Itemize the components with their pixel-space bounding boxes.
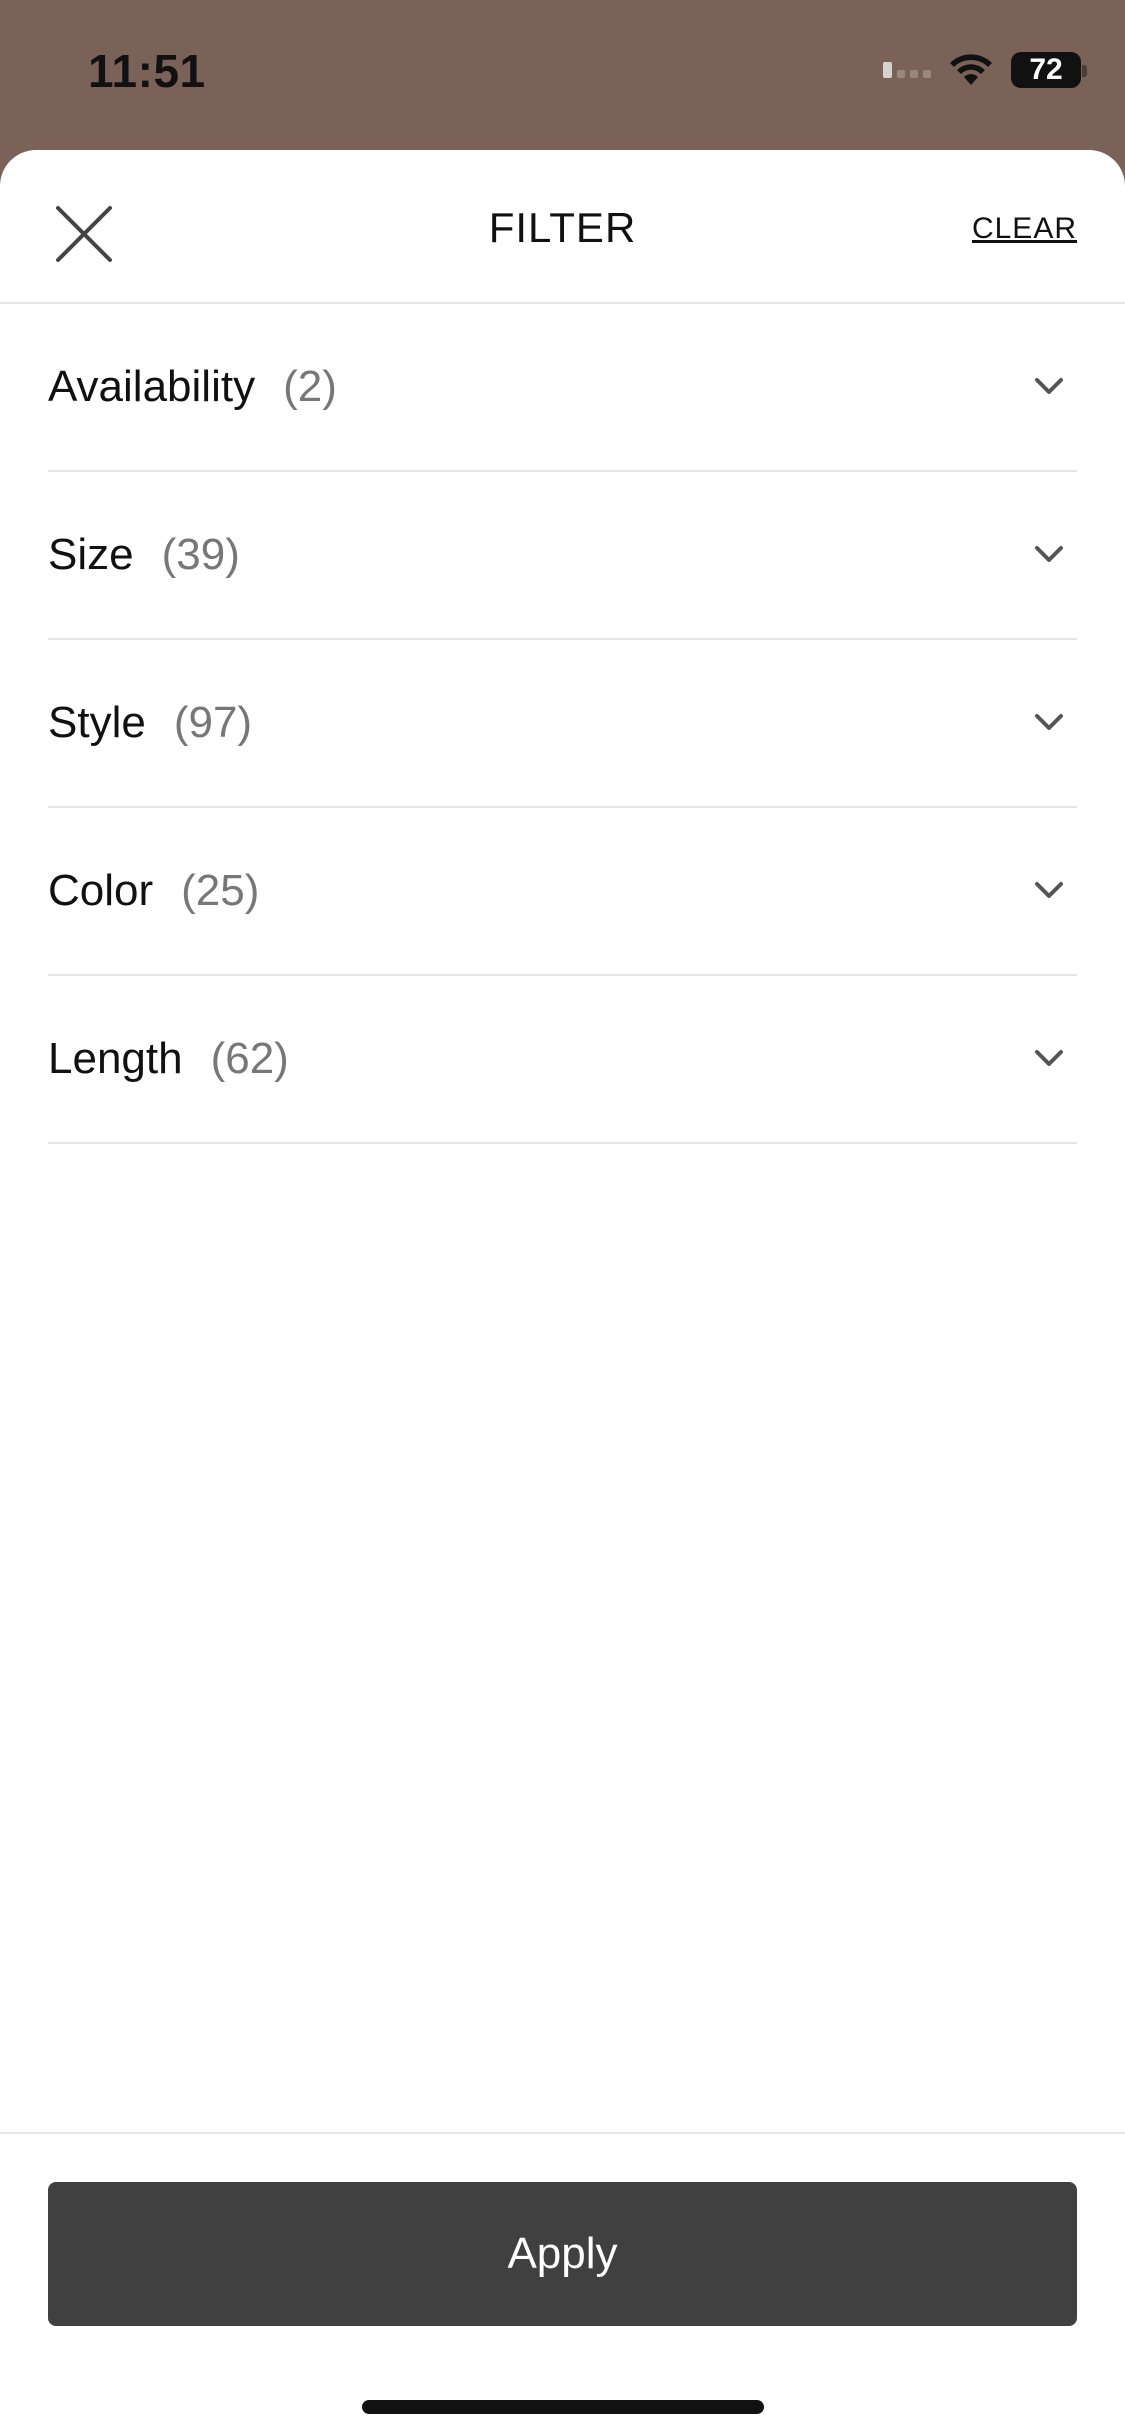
- status-bar: 11:51 72: [0, 0, 1125, 150]
- filter-count: (62): [210, 1034, 289, 1083]
- filter-row-style[interactable]: Style (97): [48, 640, 1077, 808]
- clear-button[interactable]: CLEAR: [972, 212, 1077, 246]
- filter-row-availability[interactable]: Availability (2): [48, 304, 1077, 472]
- battery-level: 72: [1029, 53, 1063, 86]
- filter-label: Length: [48, 1034, 183, 1083]
- filter-count: (39): [161, 530, 240, 579]
- chevron-down-icon: [1035, 546, 1063, 562]
- filter-row-size[interactable]: Size (39): [48, 472, 1077, 640]
- status-icons: 72: [883, 52, 1087, 88]
- chevron-down-icon: [1035, 1050, 1063, 1066]
- sheet-header: FILTER CLEAR: [0, 150, 1125, 304]
- filter-label: Availability: [48, 362, 256, 411]
- home-indicator: [362, 2400, 764, 2414]
- filter-row-length[interactable]: Length (62): [48, 976, 1077, 1144]
- filter-label: Color: [48, 866, 154, 915]
- page-title: FILTER: [488, 204, 637, 251]
- chevron-down-icon: [1035, 882, 1063, 898]
- filter-sheet: FILTER CLEAR Availability (2) Size (39) …: [0, 150, 1125, 2436]
- chevron-down-icon: [1035, 378, 1063, 394]
- filter-count: (25): [181, 866, 260, 915]
- filter-count: (2): [283, 362, 337, 411]
- wifi-icon: [950, 54, 992, 85]
- battery-icon: 72: [1011, 52, 1087, 88]
- filter-list: Availability (2) Size (39) Style (97) Co…: [48, 304, 1077, 1144]
- footer-divider: [0, 2132, 1125, 2134]
- filter-label: Style: [48, 698, 146, 747]
- apply-button[interactable]: Apply: [48, 2182, 1077, 2326]
- filter-row-color[interactable]: Color (25): [48, 808, 1077, 976]
- cellular-signal-icon: [883, 62, 931, 78]
- status-time: 11:51: [88, 45, 206, 97]
- chevron-down-icon: [1035, 714, 1063, 730]
- filter-label: Size: [48, 530, 134, 579]
- filter-count: (97): [173, 698, 253, 747]
